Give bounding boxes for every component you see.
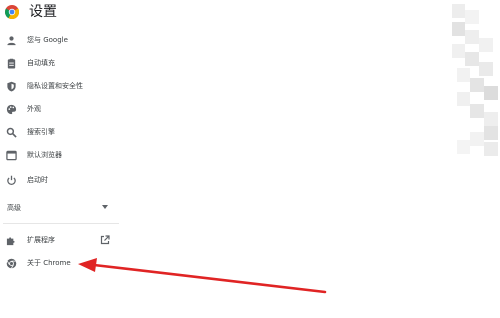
- menu-item-label: 关于 Chrome: [27, 259, 71, 267]
- menu-item-on-startup[interactable]: 启动时: [0, 170, 118, 192]
- shield-icon: [7, 81, 16, 92]
- menu-item-label: 外观: [27, 105, 41, 113]
- advanced-label: 高级: [7, 204, 21, 212]
- pixel-block: [452, 44, 465, 58]
- pixel-block: [465, 30, 479, 44]
- menu-item-label: 隐私设置和安全性: [27, 82, 83, 90]
- pixel-block: [484, 86, 498, 100]
- search-icon: [6, 127, 17, 138]
- menu-item-label: 扩展程序: [27, 236, 55, 244]
- pixel-block: [484, 126, 498, 140]
- power-icon: [7, 175, 16, 186]
- dropdown-arrow-icon: [102, 205, 108, 209]
- menu-item-appearance[interactable]: 外观: [0, 99, 118, 121]
- pixel-block: [457, 140, 470, 154]
- pixel-block: [465, 10, 479, 24]
- menu-item-label: 自动填充: [27, 59, 55, 67]
- menu-item-label: 您与 Google: [27, 36, 68, 44]
- pixel-block: [470, 78, 484, 92]
- pixel-block: [452, 4, 465, 18]
- pixel-block: [452, 22, 465, 36]
- external-link-icon[interactable]: [100, 235, 110, 245]
- person-icon: [7, 36, 16, 46]
- puzzle-icon: [6, 237, 15, 246]
- advanced-toggle[interactable]: 高级: [0, 198, 118, 218]
- pixel-block: [465, 52, 479, 66]
- pixel-block: [457, 68, 470, 82]
- chrome-logo-icon: [6, 258, 17, 269]
- menu-item-you-and-google[interactable]: 您与 Google: [0, 30, 118, 52]
- pixel-block: [479, 38, 493, 52]
- clipboard-icon: [7, 58, 16, 69]
- menu-item-label: 默认浏览器: [27, 151, 62, 159]
- pixel-block: [470, 132, 484, 146]
- menu-item-about-chrome[interactable]: 关于 Chrome: [0, 253, 118, 275]
- menu-item-default-browser[interactable]: 默认浏览器: [0, 145, 118, 167]
- menu-item-label: 搜索引擎: [27, 128, 55, 136]
- browser-window-icon: [6, 150, 17, 161]
- palette-icon: [6, 104, 17, 115]
- chrome-logo-icon: [5, 5, 19, 19]
- pixel-block: [484, 142, 498, 156]
- menu-item-label: 启动时: [27, 176, 48, 184]
- settings-header: 设置: [0, 0, 500, 26]
- page-title: 设置: [29, 4, 57, 20]
- menu-divider: [3, 223, 119, 224]
- menu-item-autofill[interactable]: 自动填充: [0, 53, 118, 75]
- pixel-block: [470, 104, 484, 118]
- menu-item-search-engine[interactable]: 搜索引擎: [0, 122, 118, 144]
- menu-item-privacy-security[interactable]: 隐私设置和安全性: [0, 76, 118, 98]
- pixel-block: [479, 62, 493, 76]
- pixel-block: [484, 112, 498, 126]
- pixel-block: [457, 92, 470, 106]
